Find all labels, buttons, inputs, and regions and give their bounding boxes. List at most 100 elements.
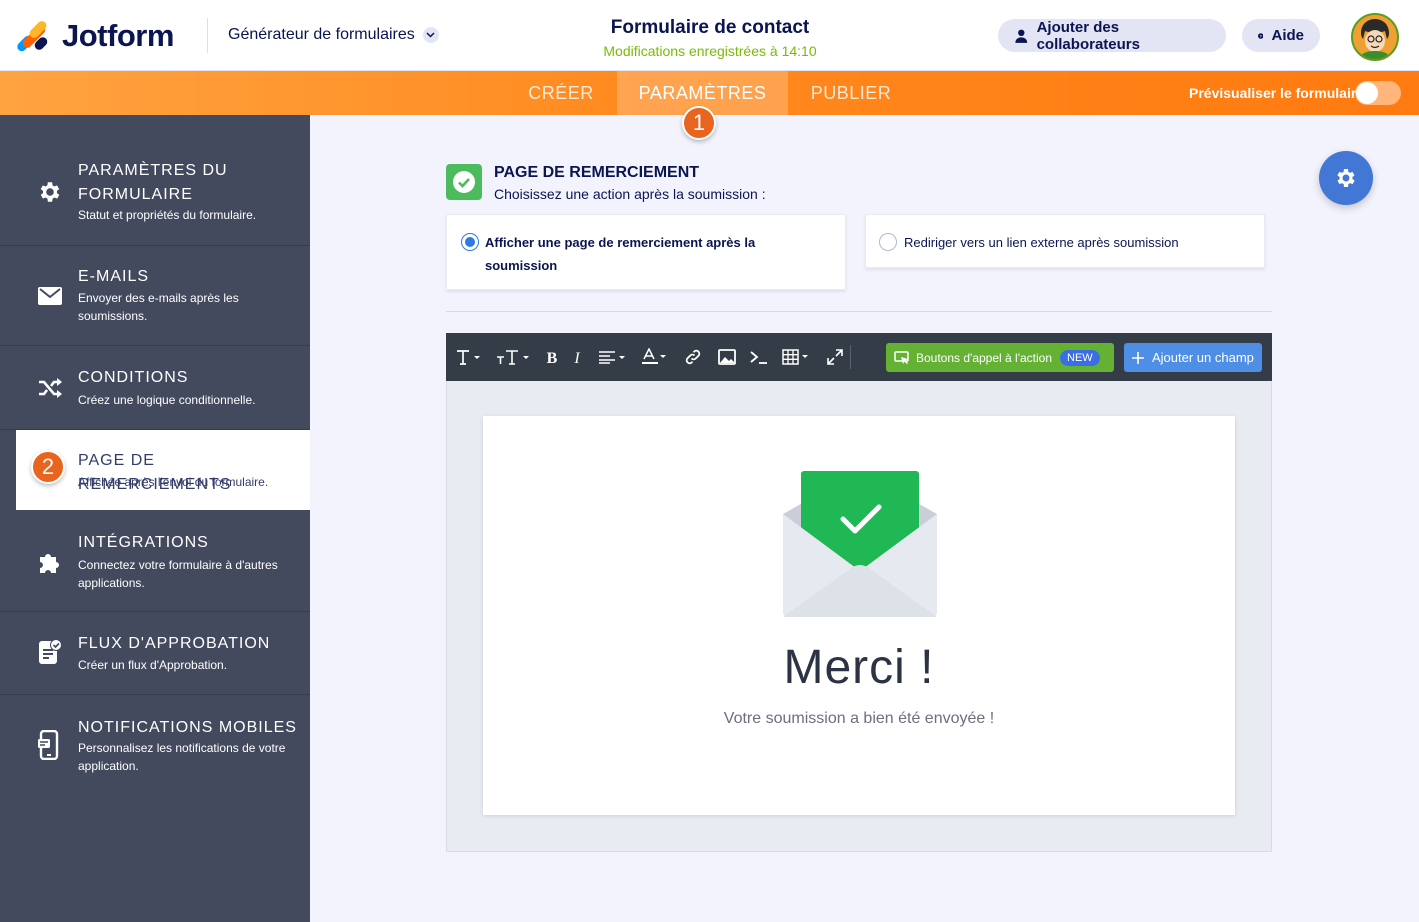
option-show-thank-you-radio[interactable] [461,233,479,251]
form-title[interactable]: Formulaire de contact [560,17,860,39]
option-show-thank-you-label: Afficher une page de remerciement après … [485,235,756,273]
brand-name: Jotform [62,18,174,53]
add-field-button[interactable]: Ajouter un champ [1124,343,1262,372]
fullscreen-button[interactable] [824,333,846,381]
thank-you-section-title: PAGE DE REMERCIEMENT [494,164,700,181]
add-collaborators-label: Ajouter des collaborateurs [1036,18,1140,53]
mobile-icon [36,730,64,760]
sidebar-item-desc: Connectez votre formulaire à d'autres ap… [78,558,278,590]
shuffle-icon [36,374,64,402]
help-icon: ? [1258,32,1264,39]
sidebar-item-integrations[interactable]: INTÉGRATIONS Connectez votre formulaire … [0,510,310,612]
option-redirect-label: Rediriger vers un lien externe après sou… [904,235,1179,250]
toggle-knob [1356,82,1378,104]
step-badge-2: 2 [31,450,65,484]
builder-dropdown[interactable]: Générateur de formulaires [228,26,439,44]
add-field-label: Ajouter un champ [1152,350,1254,365]
bold-icon: B [547,350,558,365]
text-color-icon [642,348,666,364]
font-size-button[interactable] [494,333,534,381]
font-family-button[interactable] [452,333,486,381]
option-show-thank-you-page[interactable]: Afficher une page de remerciement après … [446,214,846,290]
puzzle-icon [36,547,64,575]
save-status: Modifications enregistrées à 14:10 [603,43,817,59]
terminal-icon [750,351,767,364]
cta-icon [894,350,909,364]
jotform-logo-icon [15,19,50,54]
sidebar-item-title: NOTIFICATIONS MOBILES [78,719,297,736]
thank-you-section-subtitle: Choisissez une action après la soumissio… [494,186,766,202]
settings-gear-button[interactable] [1319,151,1373,205]
option-redirect-external[interactable]: Rediriger vers un lien externe après sou… [865,214,1265,268]
builder-nav-bar: CRÉER PARAMÈTRES PUBLIER Prévisualiser l… [0,71,1419,115]
jotform-logo[interactable]: Jotform [15,18,174,54]
new-badge: NEW [1060,349,1100,366]
bold-button[interactable]: B [542,333,562,381]
tab-creer[interactable]: CRÉER [507,71,615,115]
table-button[interactable] [780,333,814,381]
add-collaborators-button[interactable]: Ajouter des collaborateurs [998,18,1226,53]
plus-icon [1132,351,1144,364]
sidebar-item-title: FLUX D'APPROBATION [78,635,271,652]
section-divider [446,311,1272,312]
user-icon [1015,29,1028,43]
settings-sidebar: PARAMÈTRES DU FORMULAIRE Statut et propr… [0,115,310,922]
svg-text:B: B [547,350,558,365]
italic-icon: I [573,350,580,365]
sidebar-item-title: CONDITIONS [78,369,189,386]
gear-icon [1337,169,1355,187]
sidebar-item-form-settings[interactable]: PARAMÈTRES DU FORMULAIRE Statut et propr… [0,115,310,246]
sidebar-item-title: E-MAILS [78,268,150,285]
image-icon [718,349,736,365]
toolbar-separator [850,345,851,369]
preview-form-toggle[interactable] [1355,81,1401,105]
header-divider [207,18,208,53]
sidebar-item-desc: Statut et propriétés du formulaire. [78,208,257,222]
link-button[interactable] [682,333,704,381]
help-label: Aide [1271,27,1304,44]
align-button[interactable] [596,333,630,381]
envelope-check-illustration [783,471,937,617]
expand-icon [827,349,843,365]
font-size-icon [497,350,529,365]
call-to-action-buttons[interactable]: Boutons d'appel à l'action NEW [886,343,1114,372]
gear-icon [36,178,64,206]
sidebar-item-thank-you-page[interactable]: 2 PAGE DE REMERCIEMENTS Affichée après l… [16,430,310,510]
preview-form-label: Prévisualiser le formulaire [1189,85,1365,101]
table-icon [782,349,808,365]
font-family-icon [457,350,480,365]
envelope-icon [36,282,64,310]
thank-you-preview-card[interactable] [483,416,1235,815]
thank-you-check-icon [446,164,482,200]
chevron-down-icon [422,27,439,43]
sidebar-item-title: INTÉGRATIONS [78,534,209,551]
thank-you-heading: Merci ! [783,641,935,694]
top-header: Jotform Générateur de formulaires Formul… [0,0,1419,71]
sidebar-item-approval-flows[interactable]: FLUX D'APPROBATION Créer un flux d'Appro… [0,612,310,695]
sidebar-item-desc: Affichée après l'envoi du formulaire. [78,475,269,489]
image-button[interactable] [716,333,738,381]
sidebar-item-emails[interactable]: E-MAILS Envoyer des e-mails après les so… [0,246,310,346]
help-button[interactable]: ? Aide [1242,19,1320,52]
sidebar-item-desc: Créer un flux d'Approbation. [78,658,228,672]
tab-publier[interactable]: PUBLIER [790,71,912,115]
sidebar-item-conditions[interactable]: CONDITIONS Créez une logique conditionne… [0,346,310,430]
user-avatar[interactable] [1351,13,1399,61]
step-badge-1: 1 [682,106,716,140]
text-color-button[interactable] [640,333,670,381]
builder-dropdown-label: Générateur de formulaires [228,26,415,43]
sidebar-item-mobile-notifications[interactable]: NOTIFICATIONS MOBILES Personnalisez les … [0,695,310,795]
embed-code-button[interactable] [748,333,770,381]
sidebar-item-desc: Envoyer des e-mails après les soumission… [78,291,239,323]
sidebar-item-title: PARAMÈTRES DU FORMULAIRE [78,162,228,203]
sidebar-item-desc: Créez une logique conditionnelle. [78,393,256,407]
sidebar-item-desc: Personnalisez les notifications de votre… [78,741,286,773]
approval-icon [36,638,64,666]
align-left-icon [599,351,625,364]
option-redirect-radio[interactable] [879,233,897,251]
link-icon [685,349,701,365]
cta-label: Boutons d'appel à l'action [916,350,1053,365]
svg-text:I: I [573,350,580,365]
italic-button[interactable]: I [568,333,586,381]
thank-you-message: Votre soumission a bien été envoyée ! [723,710,995,727]
